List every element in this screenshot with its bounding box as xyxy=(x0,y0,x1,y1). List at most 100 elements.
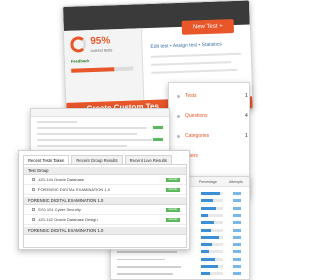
percentage-bar-fill xyxy=(201,213,208,217)
list-item-label: 1Z0-142 Oracle Database Design xyxy=(38,217,98,222)
bullet-icon xyxy=(177,134,180,138)
list-item-label: 1Z0-144 Oracle Database xyxy=(38,177,85,182)
percentage-bar xyxy=(201,257,223,261)
percentage-bar-fill xyxy=(201,199,214,203)
stat-item-questions[interactable]: Questions 4 xyxy=(177,113,248,119)
test-actions-nav[interactable]: Edit test • Assign test • Statistics xyxy=(150,41,221,49)
table-row xyxy=(117,264,245,270)
placeholder-line xyxy=(37,145,127,147)
stat-item-categories[interactable]: Categories 1 xyxy=(177,133,248,139)
placeholder-line xyxy=(151,68,238,74)
percentage-bar-fill xyxy=(201,257,216,261)
status-badge xyxy=(153,126,163,129)
percentage-bar xyxy=(201,228,223,232)
results-button[interactable]: Results xyxy=(166,178,180,182)
percentage-bar-fill xyxy=(201,243,212,247)
attempts-badge xyxy=(233,257,241,261)
attempts-badge xyxy=(233,272,241,276)
tab-recent-tests-taken[interactable]: Recent Tests Taken xyxy=(23,155,70,164)
group-header: FORENSIC DIGITAL EXAMINATION 1.0 xyxy=(24,227,186,235)
checkbox-icon[interactable] xyxy=(32,218,35,222)
stat-item-tests[interactable]: Tests 1 xyxy=(177,93,248,99)
tab-recent-group-results[interactable]: Recent Group Results xyxy=(71,155,123,164)
list-item[interactable]: 1Z0-144 Oracle Database Results xyxy=(24,175,186,185)
table-row xyxy=(117,271,245,277)
results-button[interactable]: Results xyxy=(166,218,180,222)
stat-value: 4 xyxy=(245,113,248,119)
percentage-bar xyxy=(201,199,223,203)
checkbox-icon[interactable] xyxy=(32,178,35,182)
checkbox-icon[interactable] xyxy=(32,188,35,192)
percentage-bar-fill xyxy=(201,228,211,232)
stat-label: Questions xyxy=(185,113,208,119)
percentage-bar xyxy=(201,192,223,195)
attempts-badge xyxy=(233,199,241,203)
checkbox-icon[interactable] xyxy=(32,208,35,212)
attempts-badge xyxy=(233,265,241,268)
score-percent: 95% xyxy=(90,35,111,48)
feedback-label: Feedback xyxy=(70,58,90,64)
bullet-icon xyxy=(177,94,180,98)
percentage-bar xyxy=(201,272,223,276)
percentage-bar xyxy=(201,206,223,210)
row-label xyxy=(117,273,173,275)
results-button[interactable]: Results xyxy=(166,188,180,192)
attempts-badge xyxy=(233,192,241,195)
list-item[interactable]: 1Z0-142 Oracle Database Design Results xyxy=(24,215,186,225)
list-item[interactable]: SY0-101 Cyber Security Results xyxy=(24,205,186,215)
percentage-bar-fill xyxy=(201,250,209,254)
attempts-badge xyxy=(233,235,241,239)
bullet-icon xyxy=(177,114,180,118)
percentage-bar xyxy=(201,265,223,268)
attempts-badge xyxy=(233,228,241,232)
stat-value: 1 xyxy=(245,93,248,99)
percentage-bar xyxy=(201,235,223,239)
percentage-bar-fill xyxy=(201,221,215,225)
attempts-badge xyxy=(233,250,241,254)
results-list: Test Group 1Z0-144 Oracle Database Resul… xyxy=(23,164,187,248)
percentage-bar xyxy=(201,243,223,247)
percentage-bar-fill xyxy=(201,272,210,276)
score-subtext: correct tests xyxy=(90,47,113,54)
recent-results-screenshot: Recent Tests Taken Recent Group Results … xyxy=(18,150,190,250)
group-header: FORENSIC DIGITAL EXAMINATION 1.0 xyxy=(24,197,186,205)
table-row xyxy=(117,249,245,255)
placeholder-line xyxy=(37,139,152,141)
placeholder-line xyxy=(150,52,241,58)
results-table-screenshot xyxy=(30,108,170,154)
list-item-label: SY0-101 Cyber Security xyxy=(38,207,81,212)
table-header xyxy=(31,109,169,117)
percentage-bar-fill xyxy=(201,265,218,268)
stat-label: Categories xyxy=(185,133,210,139)
placeholder-line xyxy=(37,133,137,135)
tab-recent-live-results[interactable]: Recent Live Results xyxy=(124,155,172,164)
percentage-bar xyxy=(201,213,223,217)
results-tabs: Recent Tests Taken Recent Group Results … xyxy=(23,155,172,164)
placeholder-line xyxy=(151,61,232,66)
attempts-badge xyxy=(233,243,241,247)
results-button[interactable]: Results xyxy=(166,208,180,212)
status-badge xyxy=(153,138,163,141)
list-item[interactable]: FORENSIC DIGITAL EXAMINATION 1.0 Results xyxy=(24,185,186,195)
stat-label: Tests xyxy=(185,93,197,99)
row-label xyxy=(117,258,165,261)
attempts-badge xyxy=(233,213,241,217)
list-item-label: FORENSIC DIGITAL EXAMINATION 1.0 xyxy=(38,187,110,192)
row-label xyxy=(117,251,177,253)
column-header: Percentage xyxy=(199,180,217,184)
table-row xyxy=(117,257,245,263)
attempts-badge xyxy=(233,221,241,225)
percentage-bar xyxy=(201,221,223,225)
attempts-badge xyxy=(233,206,241,210)
stat-value: 1 xyxy=(245,133,248,139)
percentage-bar xyxy=(201,250,223,254)
placeholder-line xyxy=(37,121,77,123)
percentage-bar-fill xyxy=(201,206,217,210)
column-header: Attempts xyxy=(229,180,243,184)
percentage-bar-fill xyxy=(201,235,219,239)
new-test-button[interactable]: New Test + xyxy=(181,19,235,35)
group-header: Test Group xyxy=(24,167,186,175)
placeholder-line xyxy=(37,127,147,129)
row-label xyxy=(117,266,181,268)
percentage-bar-fill xyxy=(201,192,220,195)
